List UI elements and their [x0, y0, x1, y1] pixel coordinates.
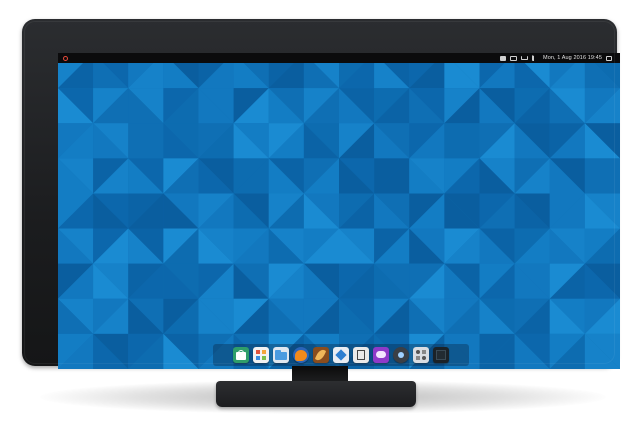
clock[interactable]: Mon, 1 Aug 2016 19:45 [543, 53, 602, 63]
monitor-bezel: Mon, 1 Aug 2016 19:45 [22, 19, 620, 369]
folder-icon[interactable] [273, 347, 289, 363]
desktop-screen[interactable]: Mon, 1 Aug 2016 19:45 [58, 53, 620, 369]
messenger-icon[interactable] [373, 347, 389, 363]
dock [213, 344, 469, 366]
top-panel: Mon, 1 Aug 2016 19:45 [58, 53, 620, 63]
terminal-icon[interactable] [433, 347, 449, 363]
notes-icon[interactable] [353, 347, 369, 363]
monitor-stand [216, 381, 416, 407]
sketch-icon[interactable] [333, 347, 349, 363]
music-icon[interactable] [393, 347, 409, 363]
wallpaper [58, 53, 620, 369]
show-desktop-icon[interactable] [606, 55, 612, 61]
volume-icon[interactable] [532, 55, 539, 61]
store-icon[interactable] [233, 347, 249, 363]
keyboard-icon[interactable] [510, 55, 518, 61]
launcher-ring-icon[interactable] [63, 55, 68, 61]
files-grid-icon[interactable] [253, 347, 269, 363]
firefox-icon[interactable] [293, 347, 309, 363]
settings-icon[interactable] [413, 347, 429, 363]
app-indicator-icon[interactable] [500, 55, 507, 61]
network-icon[interactable] [521, 56, 529, 60]
feather-icon[interactable] [313, 347, 329, 363]
